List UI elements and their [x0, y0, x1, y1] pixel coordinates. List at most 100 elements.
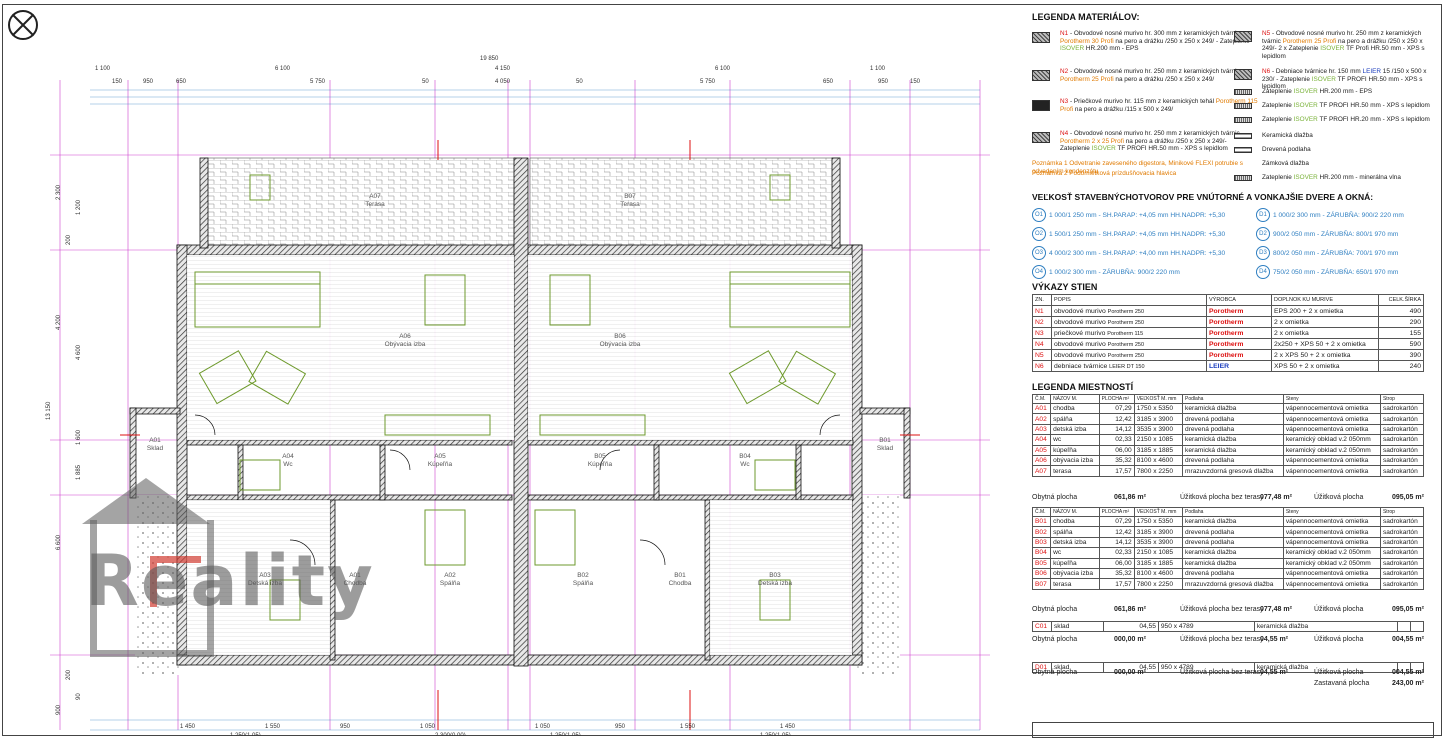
rooms-row: A05 kúpeľňa 06,00 3185 x 1885 keramická dlaž… — [1031, 444, 1425, 456]
rooms-header-cell: Podlaha — [1182, 394, 1284, 404]
dim-top-13: 5 750 — [700, 79, 716, 85]
summary-v4: 243,00 m² — [1392, 680, 1424, 687]
rooms-cell: chodba — [1050, 515, 1100, 528]
dim-left-2: 1 200 — [76, 199, 82, 215]
material-swatch — [1234, 117, 1252, 123]
rooms-cell: keramický obklad v.2 050mm — [1282, 444, 1381, 456]
opening-item: D3 800/2 050 mm - ZÁRUBŇA: 700/1 970 mm — [1256, 246, 1432, 260]
wall-vyrobca: Porotherm — [1206, 338, 1272, 350]
rooms-cell: mrazuvzdorná gresová dlažba — [1182, 578, 1284, 590]
rooms-cell: sadrokartón — [1379, 536, 1425, 549]
room-name-8: Sklad — [147, 445, 164, 452]
openings-title: VEĽKOSŤ STAVEBNÝCHOTVOROV PRE VNÚTORNÉ A… — [1032, 192, 1374, 202]
rooms-row: A02 spálňa 12,42 3185 x 3900 drevená podlaha… — [1031, 413, 1425, 425]
material-item: N5 - Obvodové nosné murivo hr. 250 mm z … — [1262, 30, 1425, 60]
rooms-cell: obývacia izba — [1050, 567, 1100, 580]
wall-popis: priečkové murivo Porotherm 115 — [1051, 327, 1207, 339]
wall-sirka: 240 — [1378, 360, 1424, 372]
dim-top-0: 19 850 — [480, 56, 499, 62]
rooms-cell: keramická dlažba — [1182, 547, 1284, 559]
rooms-cell: 3535 x 3900 — [1133, 536, 1184, 549]
legend-panel: LEGENDA MATERIÁLOV: N1 - Obvodové nosné … — [1030, 8, 1434, 734]
rooms-header-row: Č.M. NÁZOV M. PLOCHA m² VEĽKOSŤ M. mm Podlah… — [1031, 507, 1425, 517]
room-code-11: B03 — [769, 572, 781, 579]
opening-item: O4 1 000/2 300 mm - ZÁRUBŇA: 900/2 220 mm — [1032, 265, 1252, 279]
rooms-cell: 1750 x 5350 — [1133, 402, 1184, 415]
room-name-6: Wc — [283, 461, 293, 468]
dim-bot-11: 1 250(1,05) — [760, 733, 791, 736]
material-item: Drevená podlaha — [1262, 146, 1311, 153]
rooms-cell: vápennocementová omietka — [1282, 515, 1381, 528]
wall-sirka: 155 — [1378, 327, 1424, 339]
walls-header-row: ZN. POPIS VÝROBCA DOPLNOK KU MURIVE CELK.ŠÍR… — [1032, 294, 1424, 306]
summary-v3: 004,55 m² — [1392, 636, 1424, 643]
rooms-header-cell: Č.M. — [1031, 507, 1052, 517]
room-a01-sklad: A01Sklad — [147, 437, 164, 452]
material-swatch — [1032, 132, 1050, 143]
dim-top-3: 4 150 — [495, 66, 511, 72]
summary-l3: Úžitková plocha — [1314, 494, 1364, 501]
rooms-header-cell: Č.M. — [1031, 394, 1052, 404]
summary-l4: Zastavaná plocha — [1314, 680, 1370, 687]
summary-v1: 061,86 m² — [1114, 606, 1146, 613]
dim-left-0: 2 300 — [56, 184, 62, 200]
dim-bot-2: 950 — [340, 724, 351, 730]
wall-popis: debniace tvárnice LEIER DT 150 — [1051, 360, 1207, 372]
room-name-1: Terasa — [620, 201, 640, 208]
walls-row: N5 obvodové murivo Porotherm 250 Porotherm… — [1032, 349, 1424, 361]
rooms-table-b: Č.M. NÁZOV M. PLOCHA m² VEĽKOSŤ M. mm Podlah… — [1031, 507, 1425, 590]
rooms-cell: sadrokartón — [1379, 557, 1425, 569]
rooms-cell: B03 — [1031, 536, 1052, 549]
summary-l1: Obytná plocha — [1032, 606, 1078, 613]
drawing-sheet: 19 850 1 100 6 100 4 150 6 100 1 100 150 95… — [0, 0, 1444, 738]
rooms-cell: spálňa — [1050, 413, 1100, 425]
summary-v3: 095,05 m² — [1392, 606, 1424, 613]
terrace-b-paving — [529, 157, 841, 249]
room-code-12: A02 — [444, 572, 456, 579]
rooms-cell: kúpeľňa — [1050, 444, 1100, 456]
rooms-header-cell: Steny — [1282, 507, 1381, 517]
rooms-cell: 2150 x 1085 — [1133, 434, 1184, 446]
material-item: N2 - Obvodové nosné murivo hr. 250 mm z … — [1060, 68, 1240, 83]
dim-left-5: 13 150 — [46, 401, 52, 420]
opening-item: O2 1 500/1 250 mm - SH.PARAP: +4,05 mm HH… — [1032, 227, 1252, 241]
material-swatch — [1234, 89, 1252, 95]
rooms-cell: wc — [1050, 434, 1100, 446]
room-code-2: A06 — [399, 333, 411, 340]
rooms-cell: keramická dlažba — [1182, 444, 1284, 456]
rooms-cell: 8100 x 4600 — [1133, 567, 1184, 580]
summary-l3: Úžitková plocha — [1314, 636, 1364, 643]
rooms-cell: detská izba — [1050, 536, 1100, 549]
rooms-cell: terasa — [1050, 465, 1100, 477]
wall-doplnok: 2 x omietka — [1271, 327, 1379, 339]
summary-v1: 000,00 m² — [1114, 636, 1146, 643]
rooms-header-cell: NÁZOV M. — [1050, 394, 1100, 404]
rooms-header-row: Č.M. NÁZOV M. PLOCHA m² VEĽKOSŤ M. mm Podlah… — [1031, 394, 1425, 404]
dim-left-3: 4 200 — [56, 314, 62, 330]
material-swatch — [1234, 103, 1252, 109]
material-item: N4 - Obvodové nosné murivo hr. 250 mm z … — [1060, 130, 1240, 153]
room-code-5: B05 — [594, 453, 606, 460]
wall-popis: obvodové murivo Porotherm 250 — [1051, 316, 1207, 328]
rooms-cell: keramická dlažba — [1253, 620, 1399, 633]
room-a02: A02Spálňa — [440, 572, 461, 587]
wall-zn: N5 — [1032, 349, 1052, 361]
dim-bot-6: 1 550 — [680, 724, 696, 730]
summary-v2: 04,55 m² — [1260, 669, 1289, 676]
rooms-cell: sadrokartón — [1379, 465, 1425, 477]
rooms-cell: keramický obklad v.2 050mm — [1282, 547, 1381, 559]
north-arrow-icon — [8, 10, 38, 40]
opening-text: 1 000/1 250 mm - SH.PARAP: +4,05 mm HH.N… — [1049, 211, 1226, 219]
rooms-cell: 06,00 — [1098, 444, 1135, 456]
rooms-row: C01 sklad 04,55 950 x 4789 keramická dlažba — [1032, 620, 1424, 633]
material-item: Zateplenie ISOVER TF PROFI HR.20 mm - XP… — [1262, 116, 1430, 123]
rooms-cell: drevená podlaha — [1182, 413, 1284, 425]
rooms-cell: keramická dlažba — [1182, 557, 1284, 569]
rooms-cell: B01 — [1031, 515, 1052, 528]
rooms-header-cell: Podlaha — [1182, 507, 1284, 517]
wall-sirka: 590 — [1378, 338, 1424, 350]
rooms-cell: sklad — [1050, 620, 1105, 633]
material-item: Zateplenie ISOVER TF PROFI HR.50 mm - XP… — [1262, 102, 1430, 109]
rooms-header-cell: Steny — [1282, 394, 1381, 404]
opening-text: 800/2 050 mm - ZÁRUBŇA: 700/1 970 mm — [1273, 249, 1399, 257]
